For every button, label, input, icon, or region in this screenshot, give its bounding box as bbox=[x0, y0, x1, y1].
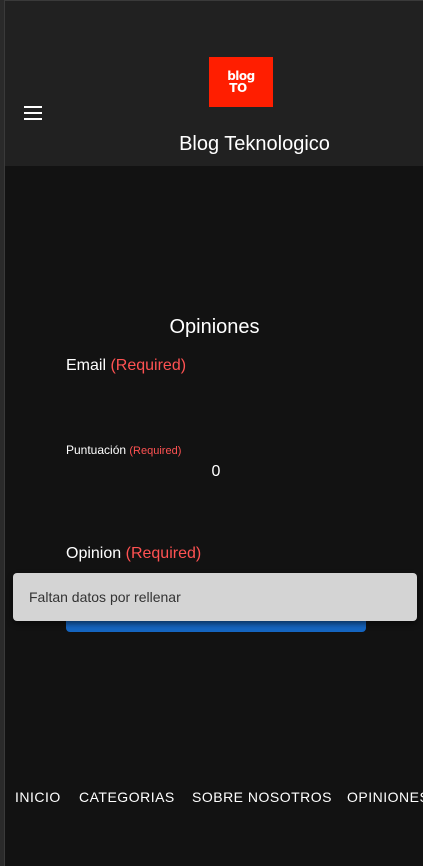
nav-item-inicio[interactable]: INICIO bbox=[15, 789, 61, 805]
app-frame: blog TO Blog Teknologico Opiniones Email… bbox=[4, 0, 423, 866]
opinion-label: Opinion bbox=[66, 545, 122, 562]
site-title: Blog Teknologico bbox=[179, 133, 330, 155]
nav-item-categorias[interactable]: CATEGORIAS bbox=[79, 789, 175, 805]
email-required-label: (Required) bbox=[110, 357, 187, 374]
logo-text-line2: TO bbox=[229, 81, 247, 95]
opinion-field[interactable]: Opinion (Required) bbox=[66, 545, 201, 563]
nav-item-sobre-nosotros[interactable]: SOBRE NOSOTROS bbox=[192, 789, 332, 805]
nav-item-opiniones[interactable]: OPINIONES bbox=[347, 789, 423, 805]
form-title: Opiniones bbox=[169, 316, 260, 338]
hamburger-menu-icon[interactable] bbox=[23, 103, 45, 123]
app-bar: blog TO Blog Teknologico bbox=[5, 1, 423, 166]
score-slider-value[interactable]: 0 bbox=[205, 463, 227, 481]
email-field[interactable]: Email (Required) bbox=[66, 357, 186, 375]
error-snackbar: Faltan datos por rellenar bbox=[13, 573, 417, 621]
score-label: Puntuación bbox=[66, 443, 127, 457]
blog-logo[interactable]: blog TO bbox=[209, 57, 273, 107]
email-label: Email bbox=[66, 357, 107, 374]
opinion-required-label: (Required) bbox=[125, 545, 202, 562]
snackbar-message: Faltan datos por rellenar bbox=[29, 589, 181, 605]
bottom-navigation: INICIO CATEGORIAS SOBRE NOSOTROS OPINION… bbox=[5, 789, 423, 809]
score-required-label: (Required) bbox=[129, 445, 182, 457]
score-field: Puntuación (Required) bbox=[66, 443, 181, 457]
